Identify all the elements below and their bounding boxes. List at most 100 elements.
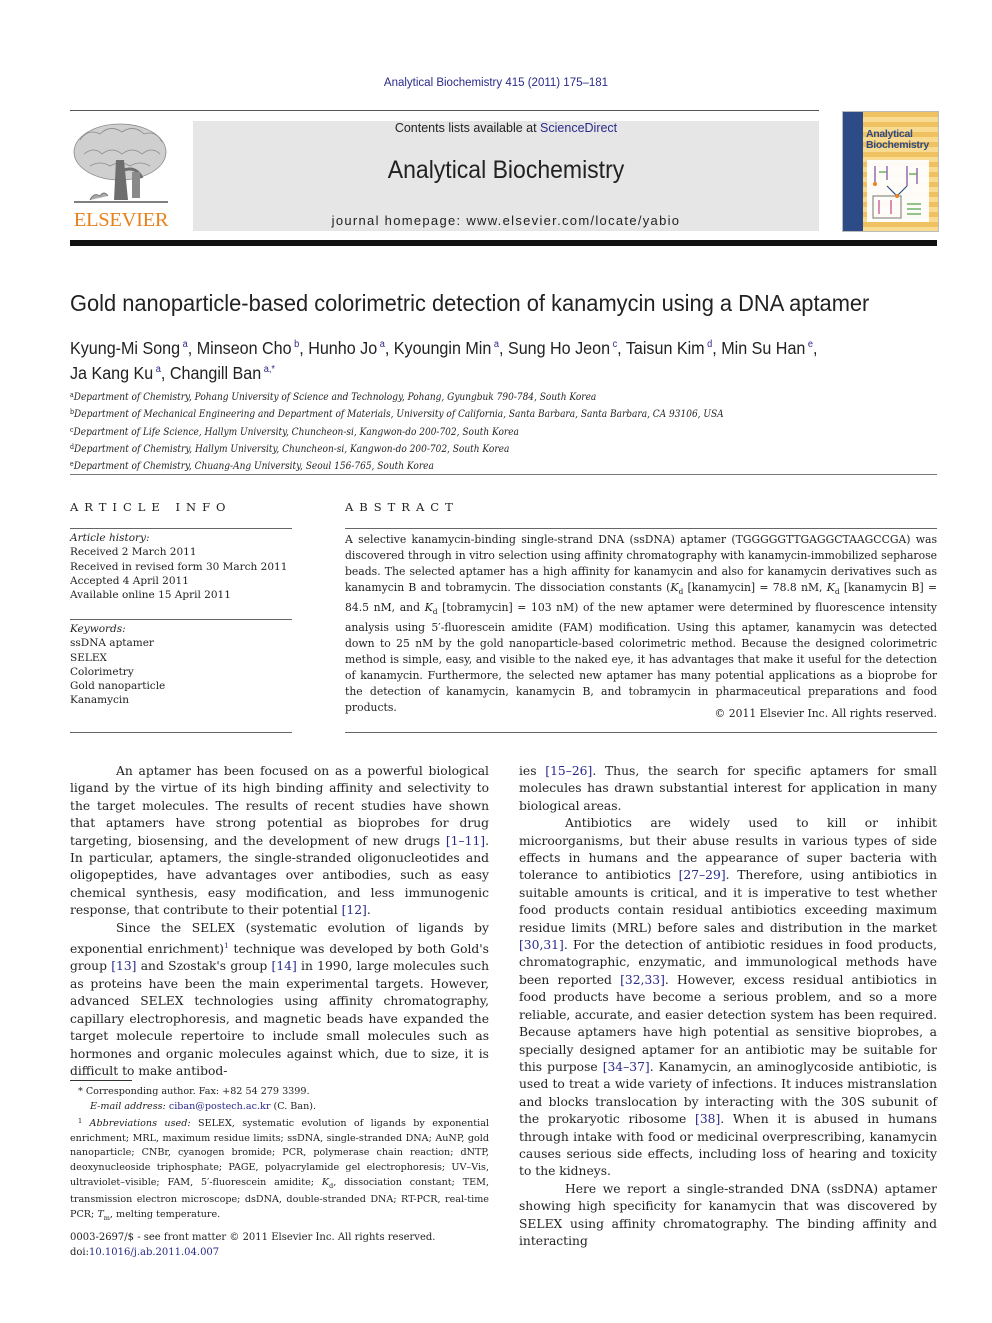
affiliation-text: Department of Life Science, Hallym Unive… <box>73 426 519 438</box>
affiliation-marker[interactable]: a,* <box>261 364 275 375</box>
affiliation-text: Department of Chemistry, Chuang-Ang Univ… <box>73 461 434 473</box>
history-item: Available online 15 April 2011 <box>70 589 231 602</box>
section-rule <box>70 474 937 475</box>
affiliation-marker[interactable]: a <box>377 339 385 350</box>
text-run: ies <box>519 764 546 778</box>
article-title: Gold nanoparticle-based colorimetric det… <box>70 290 870 316</box>
text-run: . However, excess residual antibiotics i… <box>519 972 937 1074</box>
kd-symbol: K <box>826 581 835 594</box>
article-info-heading: ARTICLE INFO <box>70 500 232 514</box>
footnote-rule <box>70 1080 132 1081</box>
kd-symbol: K <box>424 601 433 615</box>
affiliation-marker[interactable]: a <box>153 364 161 375</box>
cover-figure <box>867 160 929 222</box>
keyword-item: SELEX <box>70 651 107 664</box>
keyword-item: Gold nanoparticle <box>70 680 166 693</box>
reference-link[interactable]: [32,33] <box>620 973 665 987</box>
reference-link[interactable]: [1–11] <box>446 834 485 848</box>
affiliation-text: Department of Chemistry, Pohang Universi… <box>73 392 597 403</box>
elsevier-logo: ELSEVIER <box>70 120 172 232</box>
body-paragraph: Here we report a single-stranded DNA (ss… <box>519 1181 937 1248</box>
journal-name: Analytical Biochemistry <box>387 156 625 184</box>
reference-link[interactable]: [38] <box>695 1112 720 1126</box>
abstract-copyright: © 2011 Elsevier Inc. All rights reserved… <box>714 707 937 720</box>
abstract-part: [tobramycin] = 103 nM) of the new aptame… <box>345 601 937 715</box>
text-run: and Szostak's group <box>136 959 272 974</box>
author-name[interactable]: Min Su Han <box>721 338 805 358</box>
journal-citation[interactable]: Analytical Biochemistry 415 (2011) 175–1… <box>0 77 992 89</box>
reference-link[interactable]: [34–37] <box>603 1060 650 1074</box>
elsevier-wordmark: ELSEVIER <box>73 209 169 231</box>
affiliation-item: bDepartment of Mechanical Engineering an… <box>70 405 844 422</box>
email-note: E-mail address: ciban@postech.ac.kr (C. … <box>70 1100 489 1115</box>
body-paragraph: Antibiotics are widely used to kill or i… <box>519 815 937 1181</box>
doi-line: doi:10.1016/j.ab.2011.04.007 <box>70 1246 489 1261</box>
reference-link[interactable]: [15–26] <box>545 764 592 778</box>
abstract-part: [kanamycin] = 78.8 nM, <box>683 581 827 594</box>
issn-block: 0003-2697/$ - see front matter © 2011 El… <box>70 1231 489 1260</box>
abstract-heading: ABSTRACT <box>345 500 459 514</box>
author-name[interactable]: Minseon Cho <box>197 338 292 358</box>
sciencedirect-link[interactable]: ScienceDirect <box>540 121 617 135</box>
header-thick-rule <box>70 240 937 246</box>
abbreviations-note: 1 Abbreviations used: SELEX, systematic … <box>70 1114 489 1225</box>
body-paragraph: Since the SELEX (systematic evolution of… <box>70 920 489 1081</box>
affiliation-item: dDepartment of Chemistry, Hallym Univers… <box>70 440 844 457</box>
author-name[interactable]: Taisun Kim <box>626 338 705 358</box>
history-item: Accepted 4 April 2011 <box>70 574 189 587</box>
keywords: Keywords: ssDNA aptamer SELEX Colorimetr… <box>70 622 295 708</box>
keyword-item: ssDNA aptamer <box>70 637 154 650</box>
body-paragraph: An aptamer has been focused on as a powe… <box>70 763 489 920</box>
doi-label: doi: <box>70 1246 89 1258</box>
affiliation-list: aDepartment of Chemistry, Pohang Univers… <box>70 388 844 474</box>
reference-link[interactable]: [12] <box>342 903 367 917</box>
author-name[interactable]: Hunho Jo <box>308 338 377 358</box>
author-name[interactable]: Kyoungin Min <box>394 338 492 358</box>
author-name[interactable]: Kyung-Mi Song <box>70 338 180 358</box>
text-run: in 1990, large molecules such as protein… <box>70 959 490 1078</box>
reference-link[interactable]: [30,31] <box>519 938 564 952</box>
keyword-item: Colorimetry <box>70 665 134 678</box>
history-item: Received 2 March 2011 <box>70 546 197 559</box>
header-rule <box>70 110 819 111</box>
reference-link[interactable]: [13] <box>111 959 136 973</box>
author-name[interactable]: Changill Ban <box>170 363 261 383</box>
corresponding-author-note: * Corresponding author. Fax: +82 54 279 … <box>70 1085 489 1100</box>
email-link[interactable]: ciban@postech.ac.kr <box>169 1101 271 1112</box>
reference-link[interactable]: [27–29] <box>679 868 726 882</box>
journal-cover-image: Analytical Biochemistry <box>842 111 939 232</box>
author-name[interactable]: Sung Ho Jeon <box>508 338 610 358</box>
affiliation-text: Department of Chemistry, Hallym Universi… <box>74 443 510 455</box>
cover-diagram-icon <box>872 166 921 219</box>
affiliation-item: aDepartment of Chemistry, Pohang Univers… <box>70 388 844 405</box>
history-item: Received in revised form 30 March 2011 <box>70 560 288 573</box>
body-column-right: ies [15–26]. Thus, the search for specif… <box>519 763 937 1250</box>
body-column-left: An aptamer has been focused on as a powe… <box>70 763 489 1080</box>
affiliation-marker[interactable]: b <box>292 339 299 350</box>
affiliation-marker[interactable]: d <box>705 339 712 350</box>
abstract-rule <box>345 528 937 529</box>
affiliation-marker[interactable]: a <box>491 339 499 350</box>
journal-homepage-link[interactable]: journal homepage: www.elsevier.com/locat… <box>193 213 819 228</box>
abbreviations-label: Abbreviations used: <box>89 1118 191 1130</box>
affiliation-marker[interactable]: c <box>610 339 618 350</box>
elsevier-tree-icon <box>73 123 168 203</box>
affiliation-marker[interactable]: a <box>180 339 188 350</box>
abstract-text: A selective kanamycin-binding single-str… <box>345 532 937 716</box>
text-run: . <box>366 903 371 918</box>
contents-line: Contents lists available at ScienceDirec… <box>193 121 819 135</box>
cover-title-line2: Biochemistry <box>866 139 929 151</box>
keyword-item: Kanamycin <box>70 694 130 707</box>
article-history-label: Article history: <box>70 532 150 544</box>
doi-link[interactable]: 10.1016/j.ab.2011.04.007 <box>89 1247 219 1258</box>
text-run: Corresponding author. Fax: +82 54 279 33… <box>82 1086 310 1097</box>
article-info-rule <box>70 528 292 529</box>
footnote-mark: 1 <box>78 1117 83 1126</box>
article-info-bottom-rule <box>70 732 292 733</box>
cover-spine <box>843 112 863 231</box>
reference-link[interactable]: [14] <box>272 959 297 973</box>
affiliation-marker[interactable]: e <box>805 339 813 350</box>
author-name[interactable]: Ja Kang Ku <box>70 363 153 383</box>
author-list: Kyung-Mi Song a, Minseon Cho b, Hunho Jo… <box>70 338 818 383</box>
cover-title: Analytical Biochemistry <box>866 129 929 151</box>
